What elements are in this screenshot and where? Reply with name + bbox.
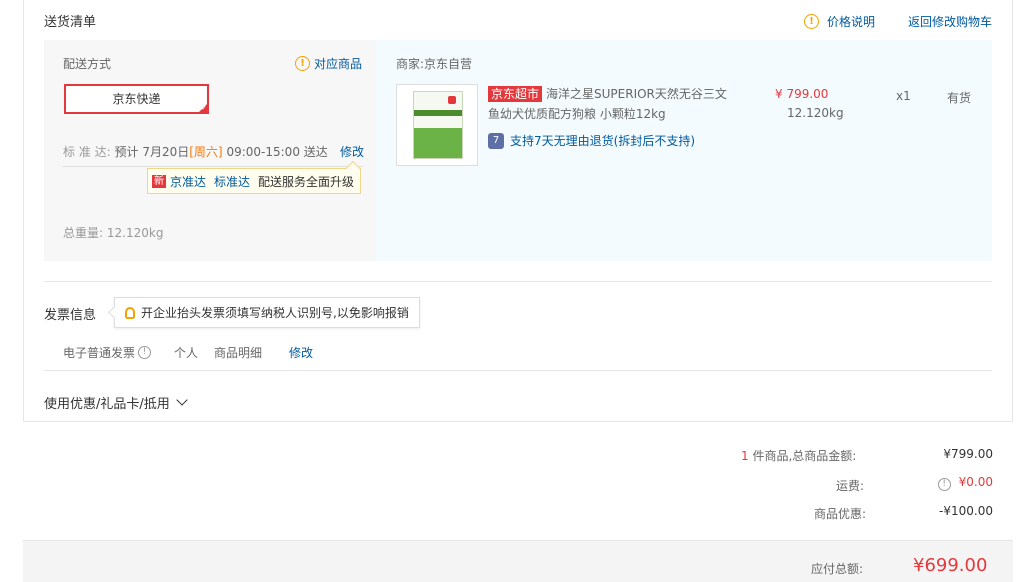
freight-label: 运费: xyxy=(836,479,865,493)
standard-link[interactable]: 标准达 xyxy=(214,173,250,190)
shipping-method-label: 配送方式 xyxy=(63,57,112,71)
payable-bar xyxy=(23,540,1013,582)
modify-delivery-link[interactable]: 修改 xyxy=(340,143,364,160)
standard-date: 预计 7月20日 xyxy=(114,145,190,159)
modify-invoice-link[interactable]: 修改 xyxy=(289,344,313,361)
divider xyxy=(63,166,363,167)
seven-days-return-icon: 7 xyxy=(488,132,504,149)
invoice-title-type: 个人 xyxy=(174,346,199,360)
item-count: 1 xyxy=(741,449,749,463)
divider xyxy=(44,281,992,282)
delivery-upgrade-tip: 新 京准达 标准达 配送服务全面升级 xyxy=(147,160,362,194)
back-to-cart-link[interactable]: 返回修改购物车 xyxy=(908,13,992,30)
return-policy: 7 支持7天无理由退货(拆封后不支持) xyxy=(488,132,695,149)
invoice-content: 商品明细 xyxy=(214,346,263,360)
shipping-option-jd-express[interactable]: 京东快递 ✓ xyxy=(64,84,209,114)
freight-value: ! ¥0.00 xyxy=(937,475,993,491)
standard-day: [周六] xyxy=(189,145,223,159)
invoice-title: 发票信息 xyxy=(44,308,97,323)
payable-label: 应付总额: xyxy=(811,562,864,576)
payable-total: ¥699.00 xyxy=(913,555,988,576)
match-goods-link[interactable]: ! 对应商品 xyxy=(295,55,362,72)
info-circle-icon[interactable]: ! xyxy=(138,346,152,359)
standard-delivery-line: 标 准 达: 预计 7月20日[周六] 09:00-15:00 送达 xyxy=(63,143,328,160)
info-circle-icon[interactable]: ! xyxy=(937,478,951,491)
upgrade-text: 配送服务全面升级 xyxy=(258,174,355,189)
jd-supermarket-tag: 京东超市 xyxy=(488,86,543,102)
invoice-type-label: 电子普通发票 xyxy=(63,346,136,360)
section-title: 送货清单 xyxy=(44,15,97,30)
return-policy-text: 支持7天无理由退货(拆封后不支持) xyxy=(510,134,695,148)
jd-precise-link[interactable]: 京准达 xyxy=(170,173,206,190)
invoice-tip: 开企业抬头发票须填写纳税人识别号,以免影响报销 xyxy=(108,297,420,328)
new-badge: 新 xyxy=(152,174,166,188)
price-note-label: 价格说明 xyxy=(827,15,876,29)
warning-circle-icon: ! xyxy=(295,56,310,71)
product-thumbnail[interactable] xyxy=(396,84,478,166)
invoice-tip-text: 开企业抬头发票须填写纳税人识别号,以免影响报销 xyxy=(141,306,409,320)
divider xyxy=(44,370,992,371)
goods-amount-label: 1 件商品,总商品金额: xyxy=(741,449,857,463)
standard-label: 标 准 达: xyxy=(63,145,111,159)
product-price: ¥ 799.00 xyxy=(775,87,829,101)
invoice-type: 电子普通发票 ! xyxy=(63,344,152,361)
chevron-down-icon xyxy=(176,394,188,406)
warning-circle-icon: ! xyxy=(804,14,819,29)
weight-value: 12.120kg xyxy=(106,226,164,240)
product-title[interactable]: 京东超市 海洋之星SUPERIOR天然无谷三文鱼幼犬优质配方狗粮 小颗粒12kg xyxy=(488,84,734,124)
discount-value: -¥100.00 xyxy=(939,504,993,518)
standard-time: 09:00-15:00 送达 xyxy=(226,145,328,159)
match-goods-label: 对应商品 xyxy=(314,57,363,71)
discount-label: 商品优惠: xyxy=(814,507,867,521)
weight-label: 总重量: xyxy=(63,226,104,240)
coupon-label: 使用优惠/礼品卡/抵用 xyxy=(44,397,170,412)
goods-amount-value: ¥799.00 xyxy=(943,447,993,461)
coupon-toggle[interactable]: 使用优惠/礼品卡/抵用 xyxy=(44,393,188,412)
product-weight: 12.120kg xyxy=(787,106,844,120)
shipping-option-label: 京东快递 xyxy=(112,92,161,106)
lightbulb-icon xyxy=(125,306,135,319)
price-note-link[interactable]: ! 价格说明 xyxy=(804,13,875,30)
dog-food-bag-image xyxy=(413,91,463,159)
stock-status: 有货 xyxy=(947,91,972,105)
product-quantity: x1 xyxy=(896,89,911,103)
seller-name: 商家:京东自营 xyxy=(396,57,473,71)
total-weight: 总重量: 12.120kg xyxy=(63,224,163,241)
